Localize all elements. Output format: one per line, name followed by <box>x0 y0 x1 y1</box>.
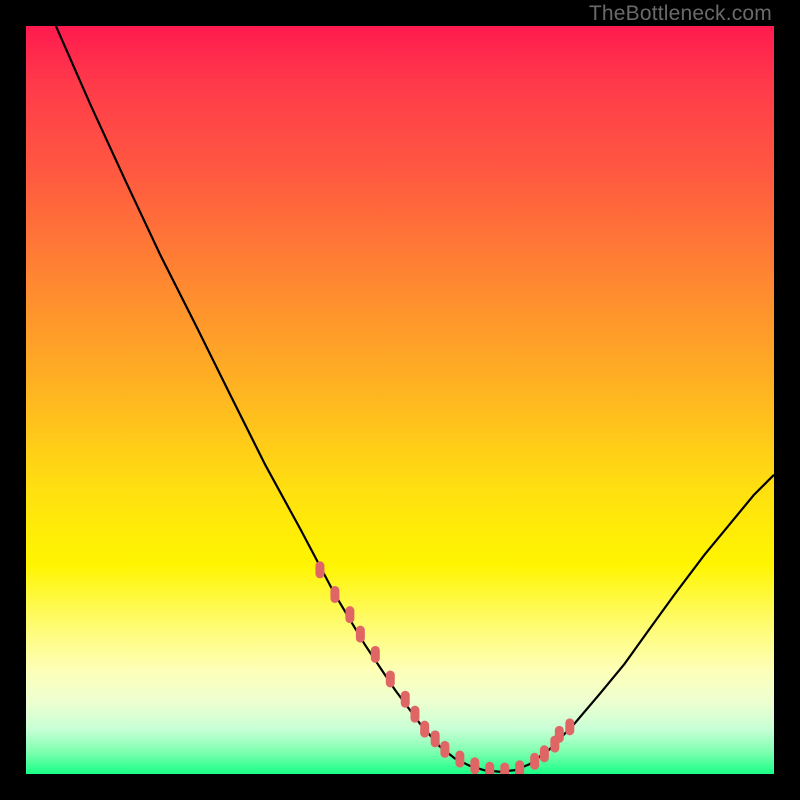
trough-marker <box>515 760 524 774</box>
trough-marker <box>455 751 464 768</box>
curve-layer <box>26 26 774 774</box>
trough-marker <box>345 606 354 623</box>
trough-marker <box>540 745 549 762</box>
trough-markers <box>315 561 574 774</box>
trough-marker <box>565 718 574 735</box>
trough-marker <box>440 741 449 758</box>
trough-marker <box>530 753 539 770</box>
trough-marker <box>371 646 380 663</box>
watermark-text: TheBottleneck.com <box>589 2 772 26</box>
trough-marker <box>315 561 324 578</box>
trough-marker <box>420 721 429 738</box>
trough-marker <box>356 626 365 643</box>
trough-marker <box>470 757 479 774</box>
trough-marker <box>401 691 410 708</box>
trough-marker <box>500 763 509 774</box>
trough-marker <box>431 730 440 747</box>
bottleneck-curve <box>56 26 774 772</box>
trough-marker <box>485 762 494 774</box>
curve-line <box>56 26 774 772</box>
trough-marker <box>330 586 339 603</box>
plot-area <box>26 26 774 774</box>
chart-frame: TheBottleneck.com <box>0 0 800 800</box>
trough-marker <box>555 726 564 743</box>
trough-marker <box>386 671 395 688</box>
trough-marker <box>410 706 419 723</box>
